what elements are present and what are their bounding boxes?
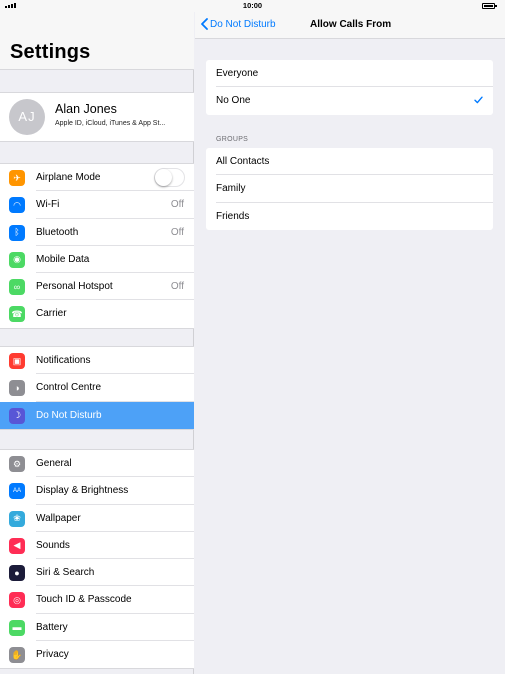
sidebar-item-label: Carrier (36, 308, 67, 320)
settings-sidebar: Settings AJ Alan Jones Apple ID, iCloud,… (0, 12, 194, 674)
profile-subtitle: Apple ID, iCloud, iTunes & App St... (55, 120, 166, 127)
group-all-contacts[interactable]: All Contacts (206, 148, 493, 176)
sidebar-item-siri-search[interactable]: ● Siri & Search (0, 559, 194, 587)
sidebar-item-wi-fi[interactable]: ◠ Wi-Fi Off (0, 191, 194, 219)
sidebar-item-label: Control Centre (36, 382, 102, 394)
apple-id-profile[interactable]: AJ Alan Jones Apple ID, iCloud, iTunes &… (0, 92, 194, 142)
sidebar-item-value: Off (170, 226, 184, 238)
text-size-icon: AA (9, 483, 25, 500)
sidebar-item-label: Wallpaper (36, 512, 81, 524)
sidebar-item-general[interactable]: ⚙ General (0, 450, 194, 478)
speaker-icon: ◀ (9, 537, 25, 554)
option-no-one[interactable]: No One (206, 87, 493, 114)
flower-icon: ❀ (9, 510, 25, 527)
bluetooth-icon: ᛒ (9, 224, 25, 241)
sidebar-item-battery[interactable]: ▬ Battery (0, 614, 194, 642)
sidebar-item-label: General (36, 458, 72, 469)
page-title: Settings (10, 41, 91, 63)
sidebar-item-display-brightness[interactable]: AA Display & Brightness (0, 477, 194, 505)
back-label: Do Not Disturb (210, 18, 276, 30)
sidebar-item-do-not-disturb[interactable]: ☽ Do Not Disturb (0, 401, 194, 429)
sidebar-item-label: Mobile Data (36, 253, 90, 265)
groups-section-header: GROUPS (216, 136, 249, 143)
sidebar-item-label: Sounds (36, 539, 70, 551)
status-bar: 10:00 (0, 0, 505, 12)
sidebar-item-label: Bluetooth (36, 226, 79, 238)
status-time: 10:00 (242, 1, 263, 10)
option-label: All Contacts (216, 156, 270, 167)
sidebar-item-mobile-data[interactable]: ◉ Mobile Data (0, 246, 194, 274)
notifications-group: ▣ Notifications ◑ Control Centre ☽ Do Not Dis… (0, 346, 194, 430)
sidebar-item-label: Personal Hotspot (36, 281, 113, 293)
option-everyone[interactable]: Everyone (206, 60, 493, 88)
option-label: Friends (216, 210, 250, 222)
sidebar-item-label: Display & Brightness (36, 485, 129, 497)
sidebar-item-wallpaper[interactable]: ❀ Wallpaper (0, 505, 194, 533)
connectivity-group: ✈ Airplane Mode ◠ Wi-Fi Off ᛒ Bluetooth Off ◉ Mob… (0, 163, 194, 329)
airplane-mode-toggle[interactable] (154, 168, 185, 187)
wifi-icon: ◠ (9, 197, 25, 214)
sidebar-item-control-centre[interactable]: ◑ Control Centre (0, 374, 194, 402)
chevron-left-icon (201, 18, 208, 30)
sidebar-header: Settings (0, 12, 194, 70)
airplane-icon: ✈ (9, 170, 25, 186)
sidebar-item-label: Airplane Mode (36, 172, 101, 183)
sidebar-item-notifications[interactable]: ▣ Notifications (0, 347, 194, 375)
sidebar-item-sounds[interactable]: ◀ Sounds (0, 532, 194, 560)
siri-icon: ● (9, 565, 25, 582)
moon-icon: ☽ (9, 407, 25, 424)
sidebar-item-carrier[interactable]: ☎ Carrier (0, 300, 194, 327)
sidebar-item-label: Do Not Disturb (36, 409, 102, 421)
checkmark-icon (474, 96, 483, 104)
notifications-icon: ▣ (9, 353, 25, 369)
sidebar-item-airplane-mode[interactable]: ✈ Airplane Mode (0, 164, 194, 192)
phone-icon: ☎ (9, 306, 25, 323)
sidebar-item-value: Off (170, 281, 184, 293)
option-label: No One (216, 95, 251, 107)
nav-bar: Do Not Disturb Allow Calls From (195, 12, 505, 39)
gear-icon: ⚙ (9, 456, 25, 472)
avatar: AJ (9, 99, 45, 135)
sidebar-item-label: Notifications (36, 355, 91, 366)
detail-pane: Do Not Disturb Allow Calls From Everyone… (195, 12, 505, 674)
sidebar-item-touch-id-passcode[interactable]: ◎ Touch ID & Passcode (0, 586, 194, 615)
nav-title: Allow Calls From (310, 19, 392, 30)
sidebar-item-label: Touch ID & Passcode (36, 594, 132, 606)
battery-status-icon (482, 3, 497, 9)
group-family[interactable]: Family (206, 175, 493, 203)
option-label: Everyone (216, 68, 259, 79)
antenna-icon: ◉ (9, 251, 25, 268)
sidebar-item-personal-hotspot[interactable]: ∞ Personal Hotspot Off (0, 273, 194, 301)
battery-icon: ▬ (9, 619, 25, 636)
fingerprint-icon: ◎ (9, 592, 25, 609)
sidebar-item-label: Siri & Search (36, 567, 95, 579)
contact-groups-list: All Contacts Family Friends (206, 148, 493, 230)
profile-name: Alan Jones (55, 102, 117, 116)
option-label: Family (216, 183, 246, 195)
control-centre-icon: ◑ (9, 380, 25, 397)
sidebar-item-value: Off (170, 199, 184, 211)
allow-calls-options: Everyone No One (206, 60, 493, 115)
back-button[interactable]: Do Not Disturb (201, 18, 276, 30)
sidebar-item-label: Battery (36, 621, 68, 633)
hotspot-icon: ∞ (9, 279, 25, 296)
sidebar-item-label: Wi-Fi (36, 199, 60, 211)
group-friends[interactable]: Friends (206, 203, 493, 230)
hand-icon: ✋ (9, 647, 25, 664)
sidebar-item-privacy[interactable]: ✋ Privacy (0, 641, 194, 668)
sidebar-item-label: Privacy (36, 649, 69, 661)
general-group: ⚙ General AA Display & Brightness ❀ Wallpaper… (0, 449, 194, 670)
sidebar-item-bluetooth[interactable]: ᛒ Bluetooth Off (0, 219, 194, 247)
